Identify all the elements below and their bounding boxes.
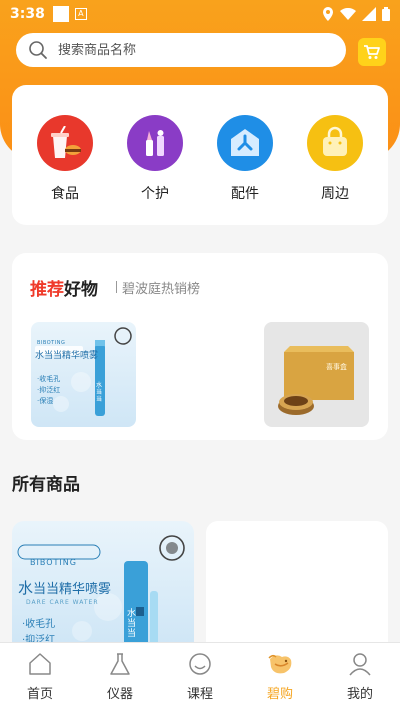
search-bar[interactable]: [16, 33, 346, 67]
bag-icon: [307, 115, 363, 171]
status-time: 3:38: [10, 6, 45, 22]
signal-icon: [362, 7, 376, 21]
home-icon: [29, 653, 51, 675]
category-label: 个护: [141, 186, 169, 202]
cart-icon: [364, 45, 380, 59]
recommend-title: 推荐好物: [30, 275, 98, 300]
tab-label: 碧购: [266, 687, 293, 702]
wifi-icon: [340, 8, 356, 20]
category-label: 食品: [51, 186, 79, 202]
divider: [116, 281, 117, 293]
gift-box-product-image: [278, 346, 354, 415]
all-products-title: 所有商品: [12, 475, 80, 495]
battery-icon: [382, 7, 390, 21]
recommend-title-highlight: 推荐: [30, 280, 64, 300]
product-tagline: DARE CARE WATER: [26, 599, 99, 606]
feature-line: ·收毛孔: [37, 375, 61, 383]
feature-line: ·抑泛红: [37, 386, 61, 394]
category-label: 周边: [321, 186, 349, 202]
tab-mine[interactable]: 我的: [320, 643, 400, 712]
feature-line: ·收毛孔: [22, 619, 56, 630]
smile-icon: [189, 653, 211, 675]
tab-shop[interactable]: 碧购: [240, 643, 320, 712]
bird-icon: [268, 654, 292, 674]
flask-icon: [110, 653, 130, 675]
food-icon: [37, 115, 93, 171]
tab-device[interactable]: 仪器: [80, 643, 160, 712]
person-icon: [349, 653, 371, 676]
recommend-product-giftbox[interactable]: 喜事盒: [264, 322, 369, 427]
cart-button[interactable]: [358, 38, 386, 66]
tab-course[interactable]: 课程: [160, 643, 240, 712]
cosmetics-icon: [127, 115, 183, 171]
category-accessory[interactable]: 配件: [210, 115, 280, 203]
tab-home[interactable]: 首页: [0, 643, 80, 712]
bottle-label: 水当当: [127, 609, 137, 639]
category-merch[interactable]: 周边: [300, 115, 370, 203]
box-label: 喜事盒: [326, 363, 347, 371]
tab-label: 我的: [346, 687, 373, 702]
product-features: ·收毛孔 ·抑泛红 ·保湿: [37, 374, 60, 407]
recommend-card: 推荐好物 碧波庭热销榜 BIBOTING 水当当精华喷雾 水当当 ·收毛孔 ·抑…: [12, 253, 388, 440]
bottle-label: 水当当: [96, 382, 103, 403]
status-bar: 3:38 A: [0, 0, 400, 28]
app-notification-icon: A: [74, 8, 87, 20]
accessory-icon: [217, 115, 273, 171]
search-input[interactable]: [58, 42, 318, 58]
recommend-product-spray[interactable]: BIBOTING 水当当精华喷雾 水当当 ·收毛孔 ·抑泛红 ·保湿: [31, 322, 136, 427]
category-food[interactable]: 食品: [30, 115, 100, 203]
product-brand: BIBOTING: [37, 340, 66, 346]
product-name: 水当当精华喷雾: [35, 351, 99, 361]
recommend-title-rest: 好物: [64, 280, 98, 300]
tab-label: 课程: [186, 687, 213, 702]
notification-icon: [52, 6, 69, 22]
product-name-prefix: 水: [18, 579, 34, 597]
tab-label: 首页: [26, 687, 53, 702]
recommend-subtitle: 碧波庭热销榜: [122, 282, 201, 297]
location-icon: [323, 7, 333, 21]
product-card-spray[interactable]: BIBOTING 水当当精华喷雾 DARE CARE WATER 水当当 ·收毛…: [12, 521, 194, 646]
bottom-tab-bar: 首页 仪器 课程 碧购 我的: [0, 642, 400, 712]
feature-line: ·保湿: [37, 397, 54, 405]
product-brand: BIBOTING: [30, 558, 77, 567]
tab-label: 仪器: [106, 687, 133, 702]
product-name: 水当当精华喷雾: [18, 577, 111, 598]
product-card-blank[interactable]: [206, 521, 388, 646]
category-card: 食品 个护 配件 周边: [12, 85, 388, 225]
category-care[interactable]: 个护: [120, 115, 190, 203]
category-label: 配件: [231, 186, 259, 202]
search-icon: [29, 41, 47, 59]
product-name-main: 当当精华喷雾: [33, 582, 112, 597]
